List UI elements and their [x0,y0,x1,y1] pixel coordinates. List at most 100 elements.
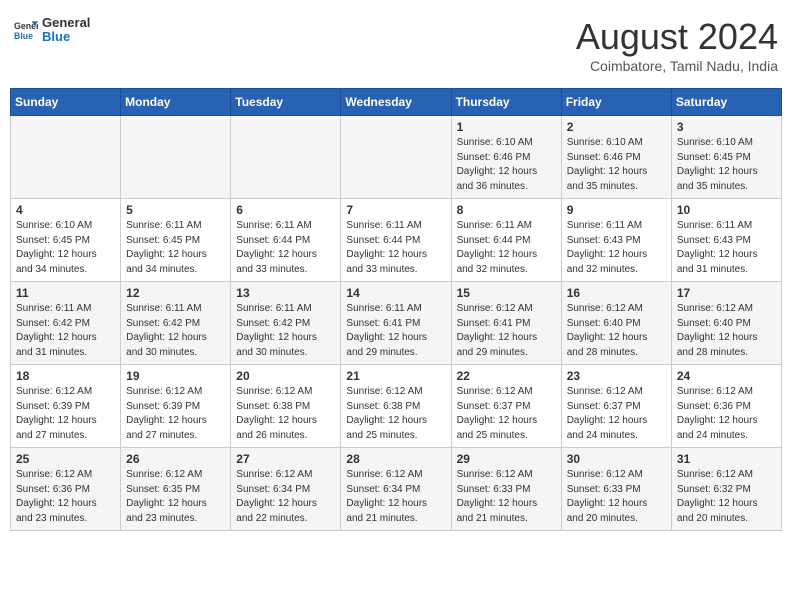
day-of-week-friday: Friday [561,89,671,116]
day-info: Sunrise: 6:10 AMSunset: 6:45 PMDaylight:… [677,136,776,194]
calendar-cell: 15 Sunrise: 6:12 AMSunset: 6:41 PMDayligh… [451,282,561,365]
day-number: 14 [346,286,445,300]
day-info: Sunrise: 6:10 AMSunset: 6:46 PMDaylight:… [567,136,666,194]
day-number: 11 [16,286,115,300]
calendar-cell: 5 Sunrise: 6:11 AMSunset: 6:45 PMDaylight… [121,199,231,282]
calendar-cell: 10 Sunrise: 6:11 AMSunset: 6:43 PMDayligh… [671,199,781,282]
calendar-cell: 21 Sunrise: 6:12 AMSunset: 6:38 PMDayligh… [341,365,451,448]
day-number: 15 [457,286,556,300]
day-info: Sunrise: 6:11 AMSunset: 6:45 PMDaylight:… [126,219,225,277]
day-number: 8 [457,203,556,217]
day-number: 3 [677,120,776,134]
day-number: 6 [236,203,335,217]
logo-general-text: General [42,16,90,30]
day-info: Sunrise: 6:12 AMSunset: 6:39 PMDaylight:… [126,385,225,443]
day-number: 5 [126,203,225,217]
calendar-cell: 13 Sunrise: 6:11 AMSunset: 6:42 PMDayligh… [231,282,341,365]
day-number: 25 [16,452,115,466]
calendar-table: SundayMondayTuesdayWednesdayThursdayFrid… [10,88,782,531]
day-info: Sunrise: 6:12 AMSunset: 6:32 PMDaylight:… [677,468,776,526]
calendar-cell: 2 Sunrise: 6:10 AMSunset: 6:46 PMDaylight… [561,116,671,199]
day-of-week-monday: Monday [121,89,231,116]
calendar-cell: 8 Sunrise: 6:11 AMSunset: 6:44 PMDaylight… [451,199,561,282]
calendar-cell: 20 Sunrise: 6:12 AMSunset: 6:38 PMDayligh… [231,365,341,448]
day-number: 28 [346,452,445,466]
day-number: 21 [346,369,445,383]
day-number: 7 [346,203,445,217]
calendar-cell: 11 Sunrise: 6:11 AMSunset: 6:42 PMDayligh… [11,282,121,365]
day-number: 1 [457,120,556,134]
day-number: 29 [457,452,556,466]
week-row-3: 18 Sunrise: 6:12 AMSunset: 6:39 PMDayligh… [11,365,782,448]
calendar-cell: 18 Sunrise: 6:12 AMSunset: 6:39 PMDayligh… [11,365,121,448]
calendar-cell: 7 Sunrise: 6:11 AMSunset: 6:44 PMDaylight… [341,199,451,282]
week-row-2: 11 Sunrise: 6:11 AMSunset: 6:42 PMDayligh… [11,282,782,365]
day-info: Sunrise: 6:11 AMSunset: 6:43 PMDaylight:… [567,219,666,277]
logo-blue-text: Blue [42,30,90,44]
day-number: 13 [236,286,335,300]
calendar-cell: 28 Sunrise: 6:12 AMSunset: 6:34 PMDayligh… [341,448,451,531]
day-number: 22 [457,369,556,383]
calendar-cell: 12Sunrise: 6:11 AMSunset: 6:42 PMDayligh… [121,282,231,365]
calendar-cell: 4 Sunrise: 6:10 AMSunset: 6:45 PMDaylight… [11,199,121,282]
logo-icon: General Blue [14,18,38,42]
main-title: August 2024 [576,16,778,58]
day-info: Sunrise: 6:12 AMSunset: 6:38 PMDaylight:… [346,385,445,443]
day-info: Sunrise: 6:12 AMSunset: 6:37 PMDaylight:… [567,385,666,443]
week-row-0: 1 Sunrise: 6:10 AMSunset: 6:46 PMDaylight… [11,116,782,199]
day-number: 10 [677,203,776,217]
days-of-week-row: SundayMondayTuesdayWednesdayThursdayFrid… [11,89,782,116]
calendar-header: SundayMondayTuesdayWednesdayThursdayFrid… [11,89,782,116]
calendar-cell: 1Sunrise: 6:10 AMSunset: 6:46 PMDaylight… [451,116,561,199]
day-info: Sunrise: 6:12 AMSunset: 6:39 PMDaylight:… [16,385,115,443]
day-number: 18 [16,369,115,383]
day-info: Sunrise: 6:11 AMSunset: 6:44 PMDaylight:… [236,219,335,277]
day-number: 24 [677,369,776,383]
day-info: Sunrise: 6:11 AMSunset: 6:42 PMDaylight:… [236,302,335,360]
day-number: 12 [126,286,225,300]
day-number: 4 [16,203,115,217]
day-info: Sunrise: 6:11 AMSunset: 6:43 PMDaylight:… [677,219,776,277]
day-of-week-thursday: Thursday [451,89,561,116]
day-of-week-sunday: Sunday [11,89,121,116]
subtitle: Coimbatore, Tamil Nadu, India [576,58,778,74]
day-number: 19 [126,369,225,383]
header: General Blue General Blue August 2024 Co… [10,10,782,80]
day-of-week-wednesday: Wednesday [341,89,451,116]
calendar-cell: 9 Sunrise: 6:11 AMSunset: 6:43 PMDaylight… [561,199,671,282]
day-info: Sunrise: 6:12 AMSunset: 6:41 PMDaylight:… [457,302,556,360]
day-info: Sunrise: 6:11 AMSunset: 6:41 PMDaylight:… [346,302,445,360]
day-info: Sunrise: 6:12 AMSunset: 6:34 PMDaylight:… [346,468,445,526]
day-number: 20 [236,369,335,383]
day-number: 9 [567,203,666,217]
calendar-cell: 6 Sunrise: 6:11 AMSunset: 6:44 PMDaylight… [231,199,341,282]
calendar-cell: 16Sunrise: 6:12 AMSunset: 6:40 PMDayligh… [561,282,671,365]
calendar-cell: 19 Sunrise: 6:12 AMSunset: 6:39 PMDayligh… [121,365,231,448]
day-of-week-saturday: Saturday [671,89,781,116]
day-info: Sunrise: 6:12 AMSunset: 6:35 PMDaylight:… [126,468,225,526]
day-info: Sunrise: 6:12 AMSunset: 6:40 PMDaylight:… [677,302,776,360]
calendar-cell: 31Sunrise: 6:12 AMSunset: 6:32 PMDayligh… [671,448,781,531]
calendar-cell [341,116,451,199]
day-info: Sunrise: 6:12 AMSunset: 6:34 PMDaylight:… [236,468,335,526]
day-info: Sunrise: 6:11 AMSunset: 6:44 PMDaylight:… [457,219,556,277]
day-info: Sunrise: 6:12 AMSunset: 6:33 PMDaylight:… [457,468,556,526]
calendar-cell [11,116,121,199]
calendar-cell [121,116,231,199]
week-row-4: 25 Sunrise: 6:12 AMSunset: 6:36 PMDayligh… [11,448,782,531]
day-info: Sunrise: 6:10 AMSunset: 6:45 PMDaylight:… [16,219,115,277]
day-number: 2 [567,120,666,134]
day-info: Sunrise: 6:11 AMSunset: 6:44 PMDaylight:… [346,219,445,277]
calendar-cell: 17Sunrise: 6:12 AMSunset: 6:40 PMDayligh… [671,282,781,365]
day-info: Sunrise: 6:12 AMSunset: 6:38 PMDaylight:… [236,385,335,443]
calendar-cell: 3 Sunrise: 6:10 AMSunset: 6:45 PMDaylight… [671,116,781,199]
day-info: Sunrise: 6:12 AMSunset: 6:36 PMDaylight:… [16,468,115,526]
calendar-cell: 22Sunrise: 6:12 AMSunset: 6:37 PMDayligh… [451,365,561,448]
day-number: 30 [567,452,666,466]
day-number: 26 [126,452,225,466]
calendar-cell: 24 Sunrise: 6:12 AMSunset: 6:36 PMDayligh… [671,365,781,448]
day-info: Sunrise: 6:11 AMSunset: 6:42 PMDaylight:… [16,302,115,360]
title-area: August 2024 Coimbatore, Tamil Nadu, Indi… [576,16,778,74]
day-info: Sunrise: 6:12 AMSunset: 6:36 PMDaylight:… [677,385,776,443]
calendar-cell: 25 Sunrise: 6:12 AMSunset: 6:36 PMDayligh… [11,448,121,531]
